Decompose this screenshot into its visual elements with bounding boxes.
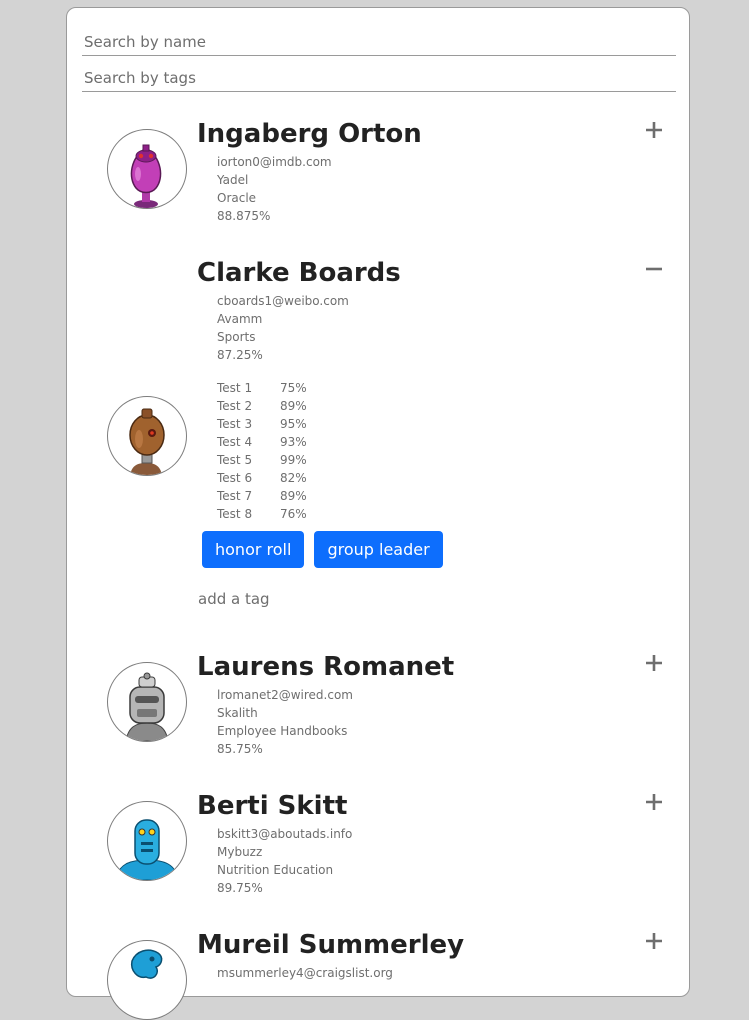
robot-avatar-brown-icon	[129, 408, 165, 475]
test-score-row: Test 2 89%	[217, 397, 307, 415]
student-email: iorton0@imdb.com	[217, 155, 332, 169]
student-skill: Nutrition Education	[217, 863, 334, 877]
student-name: Laurens Romanet	[197, 652, 455, 682]
student-avatar	[107, 662, 187, 742]
test-score: 75%	[280, 381, 307, 395]
expand-button[interactable]	[642, 790, 666, 814]
student-skill: Oracle	[217, 191, 257, 205]
test-score: 76%	[280, 507, 307, 521]
test-label: Test 6	[217, 471, 253, 485]
tag-list: honor roll group leader	[202, 531, 443, 568]
test-label: Test 8	[217, 507, 253, 521]
student-name: Ingaberg Orton	[197, 119, 422, 149]
student-email: msummerley4@craigslist.org	[217, 966, 393, 980]
student-company: Yadel	[217, 173, 249, 187]
robot-avatar-blue-icon	[130, 949, 163, 979]
test-label: Test 1	[217, 381, 253, 395]
student-name: Berti Skitt	[197, 791, 348, 821]
search-by-name-input[interactable]	[82, 28, 676, 56]
test-label: Test 3	[217, 417, 253, 431]
student-details: cboards1@weibo.com Avamm Sports 87.25%	[217, 292, 349, 364]
test-score-row: Test 6 82%	[217, 469, 307, 487]
student-company: Avamm	[217, 312, 263, 326]
test-scores-list: Test 1 75% Test 2 89% Test 3 95% Test 4 93% …	[217, 379, 307, 523]
student-email: bskitt3@aboutads.info	[217, 827, 353, 841]
student-details: lromanet2@wired.com Skalith Employee Han…	[217, 686, 353, 758]
plus-icon	[646, 933, 662, 949]
student-skill: Sports	[217, 330, 256, 344]
test-score-row: Test 1 75%	[217, 379, 307, 397]
student-name: Clarke Boards	[197, 258, 401, 288]
robot-avatar-purple-icon	[130, 144, 162, 208]
minus-icon	[646, 267, 662, 271]
student-list-card: Ingaberg Orton iorton0@imdb.com Yadel Or…	[66, 7, 690, 1020]
test-score-row: Test 3 95%	[217, 415, 307, 433]
student-company: Mybuzz	[217, 845, 263, 859]
plus-icon	[646, 122, 662, 138]
student-email: lromanet2@wired.com	[217, 688, 353, 702]
tag-badge[interactable]: group leader	[314, 531, 443, 568]
test-label: Test 7	[217, 489, 253, 503]
add-tag-input[interactable]	[198, 587, 438, 611]
expand-button[interactable]	[642, 118, 666, 142]
collapse-button[interactable]	[642, 257, 666, 281]
test-score-row: Test 8 76%	[217, 505, 307, 523]
student-skill: Employee Handbooks	[217, 724, 348, 738]
test-label: Test 5	[217, 453, 253, 467]
test-score: 89%	[280, 399, 307, 413]
robot-avatar-blue-icon	[115, 819, 179, 880]
robot-avatar-gray-icon	[125, 672, 169, 741]
search-by-tags-input[interactable]	[82, 64, 676, 92]
student-avatar	[107, 940, 187, 1020]
student-average: 88.875%	[217, 209, 271, 223]
test-label: Test 4	[217, 435, 253, 449]
test-label: Test 2	[217, 399, 253, 413]
test-score: 89%	[280, 489, 307, 503]
test-score-row: Test 4 93%	[217, 433, 307, 451]
student-company: Skalith	[217, 706, 258, 720]
student-name: Mureil Summerley	[197, 930, 465, 960]
test-score: 95%	[280, 417, 307, 431]
student-average: 89.75%	[217, 881, 263, 895]
student-average: 87.25%	[217, 348, 263, 362]
student-details: msummerley4@craigslist.org	[217, 964, 393, 982]
student-avatar	[107, 129, 187, 209]
test-score-row: Test 7 89%	[217, 487, 307, 505]
tag-badge[interactable]: honor roll	[202, 531, 305, 568]
test-score: 99%	[280, 453, 307, 467]
student-average: 85.75%	[217, 742, 263, 756]
expand-button[interactable]	[642, 651, 666, 675]
student-email: cboards1@weibo.com	[217, 294, 349, 308]
plus-icon	[646, 794, 662, 810]
student-avatar	[107, 801, 187, 881]
student-details: iorton0@imdb.com Yadel Oracle 88.875%	[217, 153, 332, 225]
plus-icon	[646, 655, 662, 671]
test-score: 93%	[280, 435, 307, 449]
test-score: 82%	[280, 471, 307, 485]
student-details: bskitt3@aboutads.info Mybuzz Nutrition E…	[217, 825, 352, 897]
test-score-row: Test 5 99%	[217, 451, 307, 469]
expand-button[interactable]	[642, 929, 666, 953]
student-avatar	[107, 396, 187, 476]
